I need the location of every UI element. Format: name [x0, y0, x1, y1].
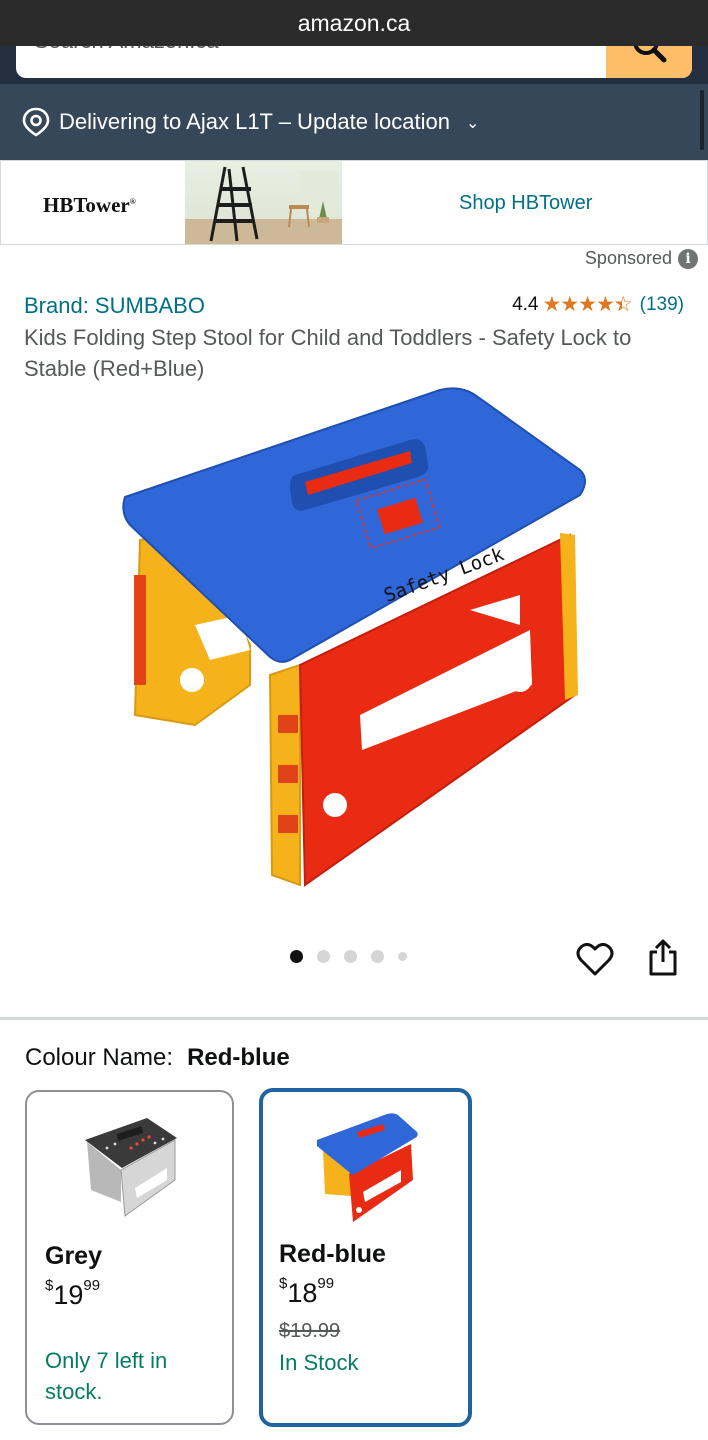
colour-option-name: Red-blue — [279, 1240, 386, 1268]
rating-count: (139) — [639, 293, 684, 315]
sponsored-ad-banner[interactable]: HBTower® Shop HBTower — [0, 160, 708, 245]
chevron-down-icon: ⌄ — [466, 115, 480, 132]
red-blue-stool-thumbnail — [317, 1113, 418, 1222]
delivery-text: Delivering to Ajax L1T – Update location — [59, 109, 450, 134]
section-divider — [0, 1017, 708, 1020]
pager-dot[interactable] — [371, 950, 384, 963]
rating-value: 4.4 — [512, 293, 539, 315]
share-icon — [649, 939, 677, 976]
product-image[interactable]: Safety Lock — [100, 385, 600, 895]
colour-name-label: Colour Name: Red-blue — [25, 1044, 290, 1071]
pager-dot[interactable] — [344, 950, 357, 963]
colour-option-price: $1899 — [279, 1275, 335, 1308]
step-ladder-image — [185, 166, 342, 244]
share-button[interactable] — [646, 938, 680, 978]
colour-option-price: $1999 — [45, 1277, 101, 1310]
stock-status: Only 7 left in stock. — [45, 1348, 168, 1404]
colour-option-red-blue[interactable]: Red-blue $1899 $19.99 In Stock — [259, 1088, 472, 1427]
grey-stool-thumbnail — [85, 1118, 177, 1217]
brand-link[interactable]: Brand: SUMBABO — [24, 293, 205, 319]
pager-dot[interactable] — [398, 952, 407, 961]
location-pin-icon — [22, 107, 50, 137]
search-icon — [633, 46, 667, 63]
scrollbar[interactable] — [700, 90, 704, 150]
selected-colour-value: Red-blue — [187, 1044, 290, 1071]
delivery-location-bar[interactable]: Delivering to Ajax L1T – Update location… — [0, 84, 708, 160]
search-bar: Search Amazon.ca — [0, 46, 708, 84]
list-price: $19.99 — [279, 1320, 341, 1342]
step-stool-image: Safety Lock — [122, 387, 586, 887]
browser-url-bar[interactable]: amazon.ca — [0, 0, 708, 46]
colour-option-name: Grey — [45, 1242, 102, 1270]
sponsored-label[interactable]: Sponsored i — [585, 248, 698, 269]
rating-summary[interactable]: 4.4 ★★★★☆★ (139) — [512, 292, 684, 317]
image-pager[interactable] — [290, 950, 407, 963]
shop-brand-link[interactable]: Shop HBTower — [459, 192, 592, 215]
url-text: amazon.ca — [297, 10, 411, 36]
stock-status: In Stock — [279, 1350, 359, 1375]
search-button[interactable] — [606, 46, 692, 78]
colour-option-grey[interactable]: Grey $1999 Only 7 left in stock. — [25, 1090, 234, 1425]
search-placeholder: Search Amazon.ca — [34, 46, 219, 54]
pager-dot[interactable] — [290, 950, 303, 963]
heart-icon — [576, 942, 614, 976]
ad-product-image[interactable] — [185, 161, 342, 244]
info-icon[interactable]: i — [678, 248, 698, 269]
wishlist-button[interactable] — [576, 940, 614, 978]
rating-stars: ★★★★☆★ — [542, 293, 633, 316]
search-input[interactable]: Search Amazon.ca — [16, 46, 692, 78]
pager-dot[interactable] — [317, 950, 330, 963]
brand-logo: HBTower® — [43, 193, 136, 217]
product-title: Kids Folding Step Stool for Child and To… — [24, 325, 632, 381]
